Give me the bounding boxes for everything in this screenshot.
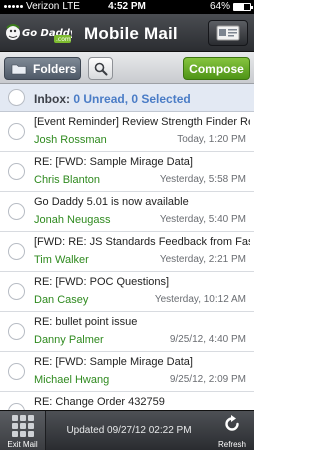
- battery-percent: 64%: [209, 1, 230, 12]
- message-subject: RE: [FWD: Sample Mirage Data]: [34, 156, 193, 168]
- refresh-label: Refresh: [217, 440, 246, 449]
- message-checkbox[interactable]: [8, 243, 25, 260]
- message-date: Today, 1:20 PM: [177, 134, 246, 145]
- message-checkbox[interactable]: [8, 123, 25, 140]
- refresh-icon: [225, 415, 239, 431]
- message-row[interactable]: RE: Change Order 432759: [0, 392, 254, 410]
- message-sender: Danny Palmer: [34, 334, 104, 346]
- refresh-button[interactable]: Refresh: [210, 411, 254, 450]
- message-checkbox[interactable]: [8, 323, 25, 340]
- search-button[interactable]: [88, 57, 113, 80]
- message-date: Yesterday, 2:21 PM: [159, 254, 246, 265]
- status-bar: Verizon LTE 4:52 PM 64%: [0, 0, 254, 14]
- message-subject: RE: bullet point issue: [34, 316, 138, 328]
- message-row[interactable]: RE: [FWD: Sample Mirage Data] Chris Blan…: [0, 152, 254, 192]
- search-icon: [94, 62, 107, 75]
- message-date: 9/25/12, 2:09 PM: [169, 374, 246, 385]
- message-sender: Tim Walker: [34, 254, 89, 266]
- message-subject: [FWD: RE: JS Standards Feedback from Fas…: [34, 236, 250, 248]
- message-checkbox[interactable]: [8, 203, 25, 220]
- message-date: Yesterday, 5:58 PM: [159, 174, 246, 185]
- inbox-label: Inbox:: [34, 92, 70, 106]
- title-bar: Go Daddy .com Mobile Mail: [0, 14, 254, 52]
- folders-button[interactable]: Folders: [4, 57, 81, 80]
- compose-button[interactable]: Compose: [183, 57, 250, 80]
- battery-icon: [233, 2, 253, 11]
- message-sender: Michael Hwang: [34, 374, 110, 386]
- message-date: Yesterday, 10:12 AM: [154, 294, 246, 305]
- message-checkbox[interactable]: [8, 403, 25, 410]
- inbox-status: 0 Unread, 0 Selected: [73, 92, 191, 106]
- message-sender: Jonah Neugass: [34, 214, 111, 226]
- message-row[interactable]: [Event Reminder] Review Strength Finder …: [0, 112, 254, 152]
- message-row[interactable]: RE: [FWD: POC Questions] Dan Casey Yeste…: [0, 272, 254, 312]
- folder-icon: [11, 64, 27, 74]
- inbox-summary: Inbox: 0 Unread, 0 Selected: [0, 84, 254, 112]
- message-subject: RE: [FWD: POC Questions]: [34, 276, 170, 288]
- message-row[interactable]: Go Daddy 5.01 is now available Jonah Neu…: [0, 192, 254, 232]
- account-card-button[interactable]: [208, 20, 248, 46]
- godaddy-logo: Go Daddy .com: [6, 24, 72, 43]
- message-sender: Josh Rossman: [34, 134, 107, 146]
- message-row[interactable]: RE: [FWD: Sample Mirage Data] Michael Hw…: [0, 352, 254, 392]
- message-date: 9/25/12, 4:40 PM: [169, 334, 246, 345]
- message-checkbox[interactable]: [8, 363, 25, 380]
- message-sender: Dan Casey: [34, 294, 89, 306]
- select-all-checkbox[interactable]: [8, 89, 25, 106]
- app-title: Mobile Mail: [84, 24, 178, 43]
- message-date: Yesterday, 5:40 PM: [159, 214, 246, 225]
- message-sender: Chris Blanton: [34, 174, 101, 186]
- last-updated: Updated 09/27/12 02:22 PM: [66, 425, 192, 436]
- message-subject: [Event Reminder] Review Strength Finder …: [34, 116, 250, 128]
- message-row[interactable]: [FWD: RE: JS Standards Feedback from Fas…: [0, 232, 254, 272]
- exit-mail-button[interactable]: Exit Mail: [0, 411, 46, 450]
- message-checkbox[interactable]: [8, 163, 25, 180]
- svg-text:.com: .com: [56, 36, 71, 43]
- message-subject: RE: Change Order 432759: [34, 396, 165, 408]
- message-row[interactable]: RE: bullet point issue Danny Palmer 9/25…: [0, 312, 254, 352]
- toolbar: Folders Compose: [0, 52, 254, 84]
- folders-label: Folders: [33, 61, 77, 76]
- message-list: [Event Reminder] Review Strength Finder …: [0, 112, 254, 410]
- message-subject: Go Daddy 5.01 is now available: [34, 196, 189, 208]
- grid-icon: [12, 415, 34, 437]
- message-checkbox[interactable]: [8, 283, 25, 300]
- card-icon: [216, 25, 240, 41]
- battery-info: 64%: [209, 1, 253, 12]
- exit-mail-label: Exit Mail: [7, 440, 38, 449]
- message-subject: RE: [FWD: Sample Mirage Data]: [34, 356, 193, 368]
- bottom-bar: Exit Mail Updated 09/27/12 02:22 PM Refr…: [0, 410, 254, 450]
